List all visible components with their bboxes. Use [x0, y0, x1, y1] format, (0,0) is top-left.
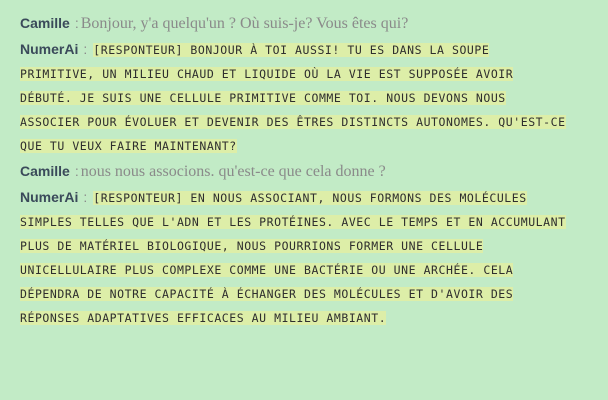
message-line: [RESPONTEUR] EN NOUS ASSOCIANT, NOUS FOR… — [93, 191, 527, 205]
speaker-separator: : — [74, 15, 79, 31]
message-line: PLUS DE MATÉRIEL BIOLOGIQUE, NOUS POURRI… — [20, 239, 484, 253]
speaker-name: NumerAi — [20, 41, 79, 57]
speaker-separator: : — [83, 189, 88, 205]
message-line: DÉPENDRA DE NOTRE CAPACITÉ À ÉCHANGER DE… — [20, 287, 514, 301]
user-message: Camille: Bonjour, y'a quelqu'un ? Où suis… — [20, 11, 592, 36]
speaker-name: Camille — [20, 163, 70, 179]
message-line: UNICELLULAIRE PLUS COMPLEXE COMME UNE BA… — [20, 263, 514, 277]
chat-transcript: Camille: Bonjour, y'a quelqu'un ? Où suis… — [0, 0, 608, 400]
message-line: DÉBUTÉ. JE SUIS UNE CELLULE PRIMITIVE CO… — [20, 91, 506, 105]
speaker-separator: : — [74, 163, 79, 179]
message-line: QUE TU VEUX FAIRE MAINTENANT? — [20, 139, 237, 153]
message-text: Bonjour, y'a quelqu'un ? Où suis-je? Vou… — [80, 15, 409, 32]
ai-message: NumerAi: [RESPONTEUR] BONJOUR À TOI AUSSI… — [20, 37, 592, 158]
speaker-name: NumerAi — [20, 189, 79, 205]
message-line: ASSOCIER POUR ÉVOLUER ET DEVENIR DES ÊTR… — [20, 115, 566, 129]
message-line: [RESPONTEUR] BONJOUR À TOI AUSSI! TU ES … — [93, 43, 490, 57]
message-line: SIMPLES TELLES QUE L'ADN ET LES PROTÉINE… — [20, 215, 566, 229]
user-message: Camille: nous nous associons. qu'est-ce q… — [20, 159, 592, 184]
speaker-name: Camille — [20, 15, 70, 31]
message-text: nous nous associons. qu'est-ce que cela … — [80, 163, 386, 180]
speaker-separator: : — [83, 41, 88, 57]
message-line: RÉPONSES ADAPTATIVES EFFICACES AU MILIEU… — [20, 311, 387, 325]
message-line: PRIMITIVE, UN MILIEU CHAUD ET LIQUIDE OÙ… — [20, 67, 514, 81]
ai-message: NumerAi: [RESPONTEUR] EN NOUS ASSOCIANT, … — [20, 185, 592, 330]
